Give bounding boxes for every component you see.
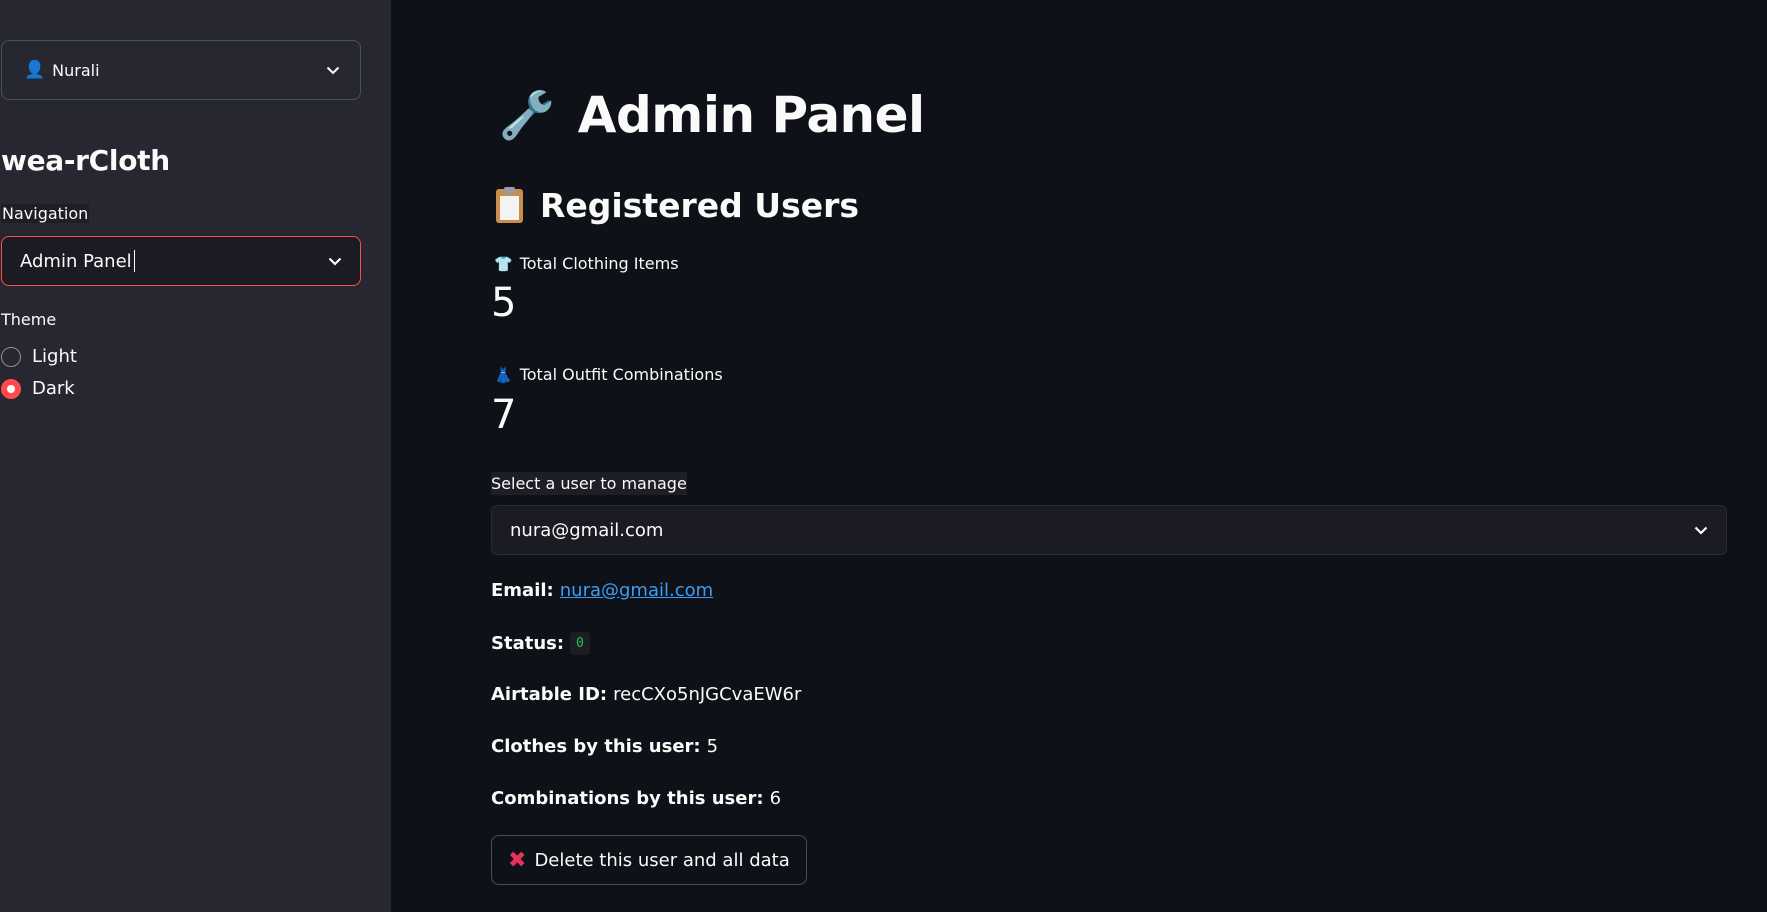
section-title-text: Registered Users <box>540 186 860 225</box>
detail-status: Status: 0 <box>491 632 590 655</box>
shirt-icon: 👕 <box>494 254 513 273</box>
sidebar: 👤 Nurali wea-rCloth Navigation Admin Pan… <box>0 0 391 912</box>
theme-label: Theme <box>1 310 57 329</box>
user-menu-name: Nurali <box>52 60 100 80</box>
navigation-selected-value: Admin Panel <box>20 250 132 272</box>
detail-value: recCXo5nJGCvaEW6r <box>613 684 802 705</box>
section-title: Registered Users <box>496 186 859 225</box>
metric-value-outfits: 7 <box>491 392 517 438</box>
wrench-icon: 🔧 <box>499 87 556 142</box>
detail-label: Status: <box>491 633 565 654</box>
radio-checked-icon[interactable] <box>1 378 21 399</box>
metric-label-text: Total Clothing Items <box>519 254 679 273</box>
user-select-label: Select a user to manage <box>491 472 687 495</box>
navigation-select[interactable]: Admin Panel <box>1 236 361 286</box>
theme-option-label: Dark <box>32 378 75 399</box>
delete-user-button[interactable]: ✖ Delete this user and all data <box>491 835 807 885</box>
status-code: 0 <box>570 632 590 655</box>
email-link[interactable]: nura@gmail.com <box>560 580 713 601</box>
navigation-label: Navigation <box>1 204 90 223</box>
detail-label: Email: <box>491 580 554 601</box>
detail-label: Airtable ID: <box>491 684 608 705</box>
detail-label: Combinations by this user: <box>491 788 764 809</box>
text-cursor <box>133 250 135 272</box>
page-title-text: Admin Panel <box>577 86 925 144</box>
metric-value-clothing: 5 <box>491 280 517 326</box>
cross-mark-icon: ✖ <box>508 847 527 873</box>
clipboard-icon <box>496 186 523 223</box>
detail-clothes-count: Clothes by this user: 5 <box>491 736 718 757</box>
metric-label-clothing: 👕 Total Clothing Items <box>494 254 679 273</box>
metric-label-outfits: 👗 Total Outfit Combinations <box>494 365 723 384</box>
detail-label: Clothes by this user: <box>491 736 701 757</box>
delete-user-button-label: Delete this user and all data <box>534 849 790 871</box>
detail-email: Email: nura@gmail.com <box>491 580 713 601</box>
radio-unchecked-icon[interactable] <box>1 346 21 367</box>
app-title: wea-rCloth <box>1 144 170 177</box>
chevron-down-icon <box>1694 526 1708 535</box>
detail-airtable-id: Airtable ID: recCXo5nJGCvaEW6r <box>491 684 801 705</box>
theme-radio-light[interactable]: Light <box>1 346 77 367</box>
theme-radio-dark[interactable]: Dark <box>1 378 75 399</box>
page-title: 🔧 Admin Panel <box>499 86 925 144</box>
chevron-down-icon <box>328 257 342 266</box>
theme-option-label: Light <box>32 346 77 367</box>
main-content: 🔧 Admin Panel Registered Users 👕 Total C… <box>391 0 1767 912</box>
user-select-value: nura@gmail.com <box>510 519 664 541</box>
detail-combinations-count: Combinations by this user: 6 <box>491 788 781 809</box>
chevron-down-icon <box>326 66 340 75</box>
detail-value: 5 <box>706 736 719 757</box>
detail-value: 6 <box>769 788 782 809</box>
user-select-dropdown[interactable]: nura@gmail.com <box>491 505 1727 555</box>
user-icon: 👤 <box>24 60 46 80</box>
metric-label-text: Total Outfit Combinations <box>519 365 723 384</box>
dress-icon: 👗 <box>494 365 513 384</box>
user-menu-dropdown[interactable]: 👤 Nurali <box>1 40 361 100</box>
